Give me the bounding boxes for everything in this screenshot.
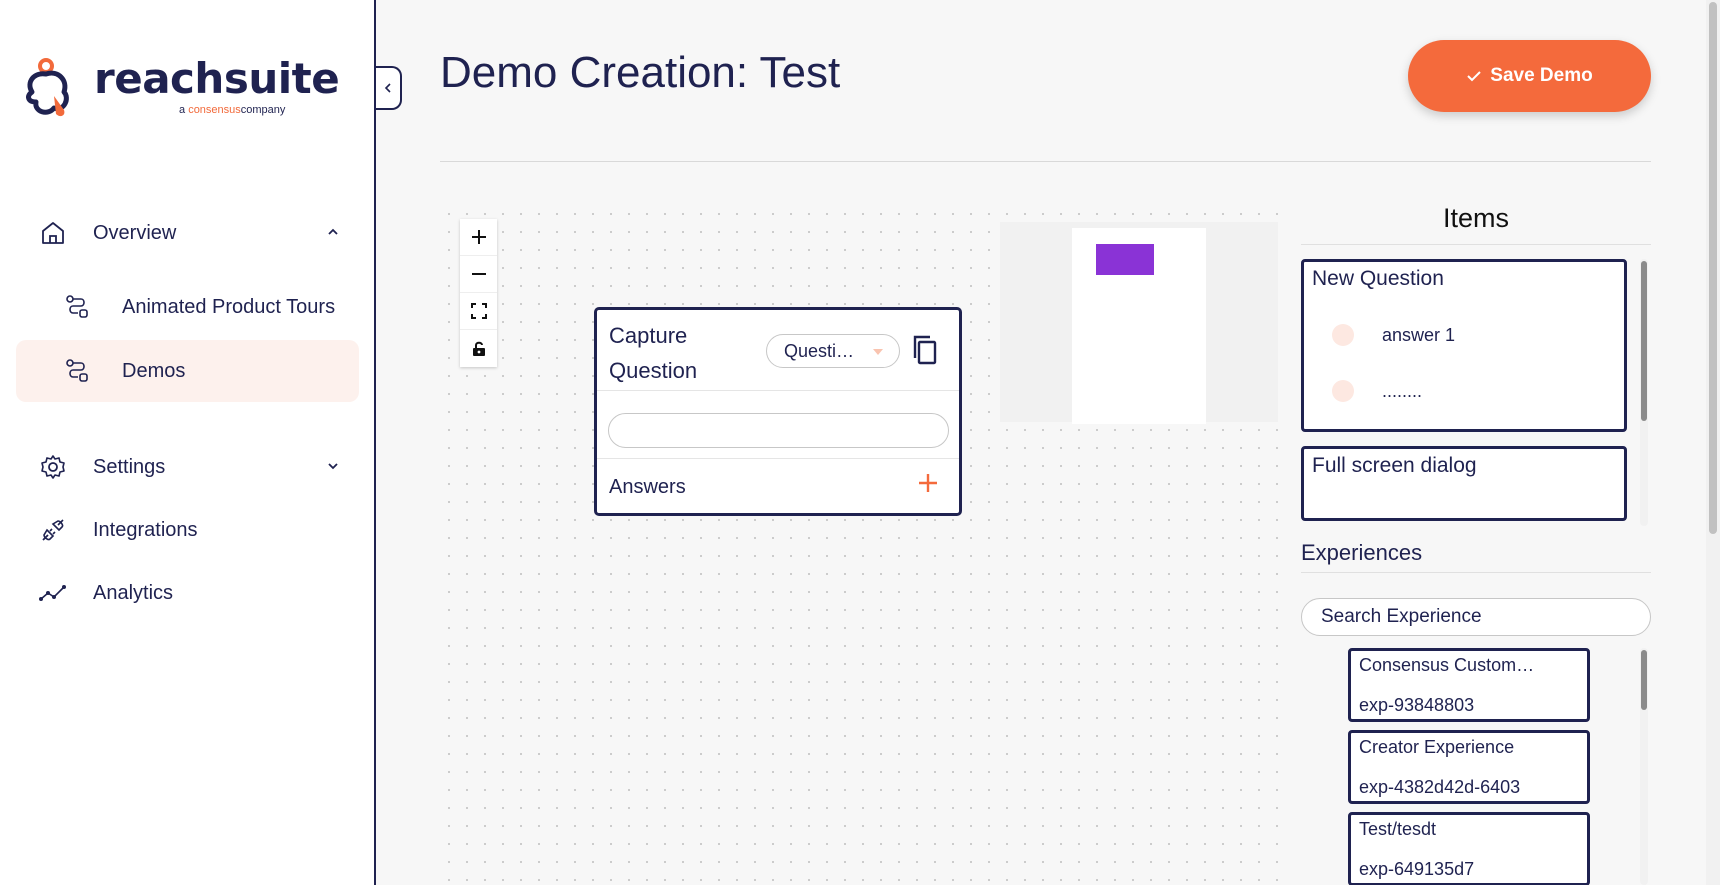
lock-icon (472, 341, 485, 356)
copy-icon[interactable] (910, 334, 940, 371)
fit-view-icon (470, 303, 487, 319)
lock-button[interactable] (460, 330, 497, 367)
item-card-full-screen-dialog[interactable]: Full screen dialog (1301, 446, 1627, 521)
experience-id: exp-4382d42d-6403 (1359, 777, 1521, 797)
gear-icon (36, 450, 70, 484)
plug-icon (36, 513, 70, 547)
radio-dot-icon (1332, 324, 1354, 346)
question-type-select[interactable]: Questi… (766, 334, 900, 368)
sidebar-item-settings[interactable]: Settings (16, 436, 359, 498)
check-icon (1467, 71, 1481, 82)
search-placeholder: Search Experience (1321, 606, 1482, 627)
sidebar: reachsuite a consensuscompany Overview A… (0, 0, 376, 885)
brand-logo[interactable]: reachsuite a consensuscompany (24, 52, 340, 122)
item-title: New Question (1312, 267, 1444, 290)
question-text-input[interactable] (608, 413, 949, 448)
answer-text: ........ (1382, 380, 1423, 401)
item-card-new-question[interactable]: New Question answer 1 ........ (1301, 259, 1627, 432)
answer-text: answer 1 (1382, 324, 1456, 345)
scroll-thumb[interactable] (1709, 2, 1717, 534)
page-scrollbar[interactable] (1706, 0, 1720, 885)
brand-tagline: a consensuscompany (179, 104, 285, 116)
sidebar-item-label: Analytics (93, 581, 174, 604)
chevron-up-icon (327, 224, 339, 242)
sidebar-item-animated-product-tours[interactable]: Animated Product Tours (16, 276, 359, 338)
header-divider (440, 161, 1651, 162)
sidebar-item-label: Demos (122, 359, 186, 382)
sidebar-item-label: Integrations (93, 518, 198, 541)
experiences-scrollbar[interactable] (1640, 648, 1648, 885)
experience-name: Creator Experience (1359, 737, 1515, 757)
zoom-controls (460, 219, 497, 367)
item-title: Full screen dialog (1312, 454, 1477, 477)
page-title: Demo Creation: Test (440, 48, 841, 97)
chevron-left-icon (384, 83, 391, 93)
experience-id: exp-93848803 (1359, 695, 1475, 715)
sidebar-item-analytics[interactable]: Analytics (16, 562, 359, 624)
chevron-down-icon (327, 458, 339, 476)
route-icon (60, 290, 94, 324)
zoom-out-button[interactable] (460, 256, 497, 293)
answer-item[interactable]: answer 1 (1332, 324, 1455, 346)
minimap-viewport (1072, 228, 1206, 424)
capture-question-node[interactable]: Capture Question Questi… Answers (594, 307, 962, 516)
tagline-prefix: a (179, 104, 186, 116)
question-type-value: Questi… (784, 340, 855, 361)
sidebar-item-overview[interactable]: Overview (16, 202, 359, 264)
experience-name: Test/tesdt (1359, 819, 1437, 839)
sidebar-item-label: Overview (93, 221, 177, 244)
experience-name: Consensus Custom… (1359, 655, 1535, 675)
canvas-minimap[interactable] (1000, 222, 1278, 424)
node-title: Capture Question (609, 323, 698, 383)
experience-item[interactable]: Consensus Custom… exp-93848803 (1348, 648, 1590, 722)
route-icon (60, 354, 94, 388)
reachsuite-logo-icon (26, 58, 69, 117)
experience-item[interactable]: Creator Experience exp-4382d42d-6403 (1348, 730, 1590, 804)
tagline-suffix: company (240, 104, 286, 116)
sidebar-item-label: Animated Product Tours (122, 295, 336, 318)
caret-down-icon (873, 349, 883, 355)
zoom-in-button[interactable] (460, 219, 497, 256)
answers-label: Answers (609, 476, 686, 498)
plus-icon (471, 230, 486, 244)
node-divider (597, 390, 959, 391)
experience-id: exp-649135d7 (1359, 859, 1475, 879)
experiences-divider (1301, 572, 1651, 573)
home-icon (36, 216, 70, 250)
tagline-accent: consensus (188, 104, 241, 116)
experience-item[interactable]: Test/tesdt exp-649135d7 (1348, 812, 1590, 885)
items-title: Items (1442, 203, 1509, 233)
save-demo-button[interactable]: Save Demo (1408, 40, 1651, 112)
answer-item[interactable]: ........ (1332, 380, 1422, 402)
sidebar-item-integrations[interactable]: Integrations (16, 499, 359, 561)
minus-icon (471, 273, 486, 275)
brand-name: reachsuite (94, 54, 340, 103)
collapse-sidebar-button[interactable] (376, 66, 402, 110)
scroll-thumb[interactable] (1641, 261, 1647, 421)
search-experience-input[interactable]: Search Experience (1301, 598, 1651, 636)
add-answer-button[interactable] (915, 470, 941, 501)
sidebar-item-demos[interactable]: Demos (16, 340, 359, 402)
sidebar-item-label: Settings (93, 455, 166, 478)
radio-dot-icon (1332, 380, 1354, 402)
minimap-node (1096, 244, 1154, 275)
scroll-thumb[interactable] (1641, 650, 1647, 710)
experiences-title: Experiences (1301, 540, 1423, 565)
fit-view-button[interactable] (460, 293, 497, 330)
save-demo-label: Save Demo (1490, 65, 1593, 86)
items-divider (1301, 244, 1651, 245)
plus-icon (919, 474, 937, 492)
node-divider (597, 458, 959, 459)
items-scrollbar[interactable] (1640, 259, 1648, 526)
analytics-icon (36, 576, 70, 610)
